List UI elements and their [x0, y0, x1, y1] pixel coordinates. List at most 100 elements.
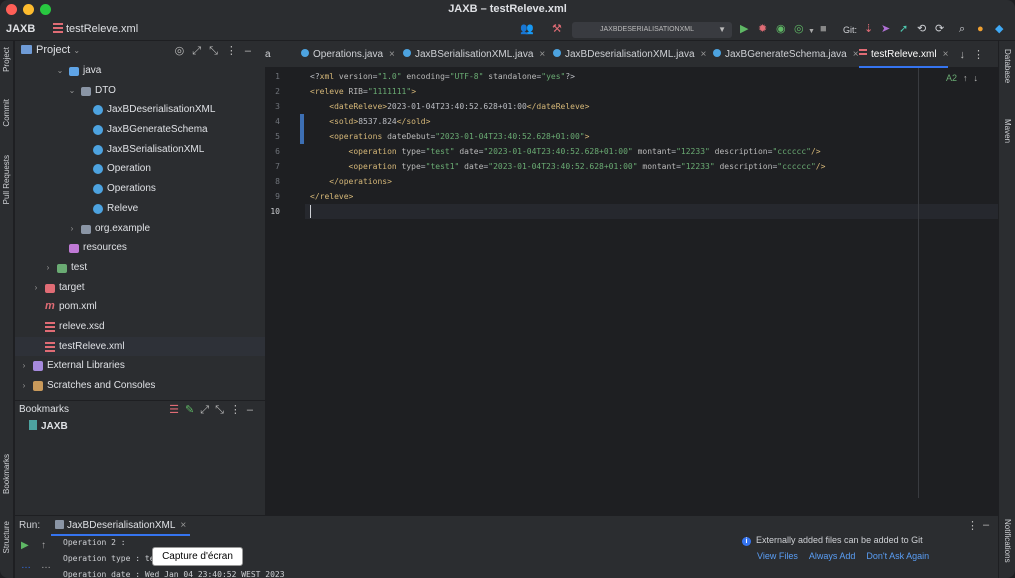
tree-item[interactable]: JaxBSerialisationXML: [15, 140, 265, 160]
tree-item[interactable]: › External Libraries: [15, 356, 265, 376]
run-configuration-select[interactable]: JAXBDESERIALISATIONXML ▼: [572, 22, 732, 38]
tree-item[interactable]: ⌄ DTO: [15, 81, 265, 101]
run-tab[interactable]: JaxBDeserialisationXML ×: [51, 516, 191, 536]
current-file-breadcrumb[interactable]: testReleve.xml: [53, 23, 138, 35]
project-panel-header[interactable]: Project ⌄: [21, 44, 80, 56]
project-name[interactable]: JAXB: [6, 23, 35, 35]
code-line[interactable]: <operations dateDebut="2023-01-04T23:40:…: [310, 129, 589, 144]
structure-tool-button[interactable]: Structure: [2, 521, 11, 553]
code-line[interactable]: </operations>: [310, 174, 392, 189]
minimize-window-button[interactable]: [23, 4, 34, 15]
code-editor[interactable]: 1 2 3 4 5 6 7 8 9 10 <?xml version="1.0" encoding…: [265, 68, 998, 515]
editor-tab[interactable]: Operations.java ×: [301, 41, 395, 68]
chevron-right-icon[interactable]: ›: [31, 278, 41, 298]
tree-item[interactable]: JaxBGenerateSchema: [15, 120, 265, 140]
expand-icon[interactable]: ⤢: [192, 45, 209, 57]
tree-item[interactable]: › org.example: [15, 219, 265, 239]
editor-tab[interactable]: testReleve.xml ×: [859, 41, 949, 68]
target-icon[interactable]: ◎: [175, 45, 193, 57]
change-marker[interactable]: [300, 114, 304, 144]
profile-icon[interactable]: ◎: [794, 23, 804, 36]
tree-item[interactable]: › target: [15, 278, 265, 298]
maven-tool-button[interactable]: Maven: [1003, 119, 1012, 143]
database-tool-button[interactable]: Database: [1003, 49, 1012, 83]
tree-item[interactable]: testReleve.xml: [15, 336, 265, 357]
more-icon[interactable]: …: [41, 560, 51, 571]
tree-item[interactable]: JaxBDeserialisationXML: [15, 100, 265, 120]
dont-ask-again-link[interactable]: Don't Ask Again: [866, 551, 929, 561]
tree-item[interactable]: Releve: [15, 199, 265, 219]
tree-item[interactable]: › Scratches and Consoles: [15, 376, 265, 396]
commit-tool-button[interactable]: Commit: [2, 99, 11, 127]
notifications-tool-button[interactable]: Notifications: [1003, 519, 1012, 563]
editor-tab[interactable]: JaxBSerialisationXML.java ×: [403, 41, 545, 68]
more-icon[interactable]: …: [21, 560, 31, 571]
options-icon[interactable]: ⋮: [230, 404, 247, 416]
bookmarks-tool-button[interactable]: Bookmarks: [2, 454, 11, 494]
close-icon[interactable]: ×: [853, 49, 859, 60]
options-icon[interactable]: ⋮: [973, 49, 992, 61]
code-line[interactable]: <operation type="test" date="2023-01-04T…: [310, 144, 821, 159]
git-push-icon[interactable]: ➚: [899, 23, 908, 36]
hide-icon[interactable]: –: [247, 404, 259, 416]
hammer-icon[interactable]: ⚒: [552, 23, 562, 36]
hide-icon[interactable]: –: [983, 519, 989, 531]
ide-logo-icon[interactable]: ◆: [995, 23, 1003, 36]
chevron-down-icon[interactable]: ⌄: [67, 81, 77, 101]
collapse-icon[interactable]: ⤡: [209, 45, 226, 57]
tree-item[interactable]: m pom.xml: [15, 297, 265, 317]
close-icon[interactable]: ×: [180, 520, 186, 531]
git-commit-icon[interactable]: ➤: [881, 23, 890, 36]
code-area[interactable]: <?xml version="1.0" encoding="UTF-8" sta…: [310, 68, 1000, 515]
updates-icon[interactable]: ●: [977, 23, 984, 36]
edit-icon[interactable]: ✎: [185, 404, 200, 416]
chevron-right-icon[interactable]: ›: [19, 356, 29, 376]
arrow-up-icon[interactable]: ↑: [963, 73, 968, 83]
pull-requests-tool-button[interactable]: Pull Requests: [2, 155, 11, 204]
code-line[interactable]: <sold>8537.824</sold>: [310, 114, 430, 129]
code-line[interactable]: <operation type="test1" date="2023-01-04…: [310, 159, 826, 174]
hide-icon[interactable]: –: [245, 45, 259, 57]
code-line[interactable]: <dateReleve>2023-01-04T23:40:52.628+01:0…: [310, 99, 589, 114]
project-tool-button[interactable]: Project: [2, 47, 11, 72]
expand-icon[interactable]: ⤢: [200, 404, 215, 416]
close-icon[interactable]: ×: [943, 49, 949, 60]
tree-item[interactable]: Operations: [15, 179, 265, 199]
editor-tab[interactable]: JaxBDeserialisationXML.java ×: [553, 41, 706, 68]
tree-item[interactable]: releve.xsd: [15, 317, 265, 337]
options-icon[interactable]: ⋮: [967, 519, 978, 532]
more-run-chevron-icon[interactable]: ▼: [808, 25, 815, 38]
close-icon[interactable]: ×: [539, 49, 545, 60]
search-icon[interactable]: ⌕: [959, 23, 965, 36]
run-icon[interactable]: ▶: [740, 23, 748, 36]
tree-item[interactable]: Operation: [15, 159, 265, 179]
chevron-right-icon[interactable]: ›: [43, 258, 53, 278]
editor-tab[interactable]: a: [265, 41, 271, 68]
collapse-icon[interactable]: ⤡: [215, 404, 230, 416]
stop-icon[interactable]: ■: [820, 23, 827, 36]
always-add-link[interactable]: Always Add: [809, 551, 856, 561]
close-icon[interactable]: ×: [389, 49, 395, 60]
tree-item[interactable]: › test: [15, 258, 265, 278]
code-line[interactable]: <releve RIB="1111111">: [310, 84, 416, 99]
add-user-icon[interactable]: 👥: [520, 23, 534, 36]
editor-tab[interactable]: JaxBGenerateSchema.java ×: [713, 41, 859, 68]
list-icon[interactable]: ☰: [169, 404, 185, 416]
close-window-button[interactable]: [6, 4, 17, 15]
tree-item[interactable]: ⌄ java: [15, 61, 265, 81]
rollback-icon[interactable]: ⟳: [935, 23, 944, 36]
inspection-widget[interactable]: A2 ↑ ↓: [946, 73, 978, 83]
arrow-down-icon[interactable]: ↓: [960, 49, 974, 61]
code-line[interactable]: </releve>: [310, 189, 353, 204]
tree-item[interactable]: resources: [15, 238, 265, 258]
debug-icon[interactable]: ✹: [758, 23, 767, 36]
chevron-right-icon[interactable]: ›: [19, 376, 29, 396]
code-line[interactable]: <?xml version="1.0" encoding="UTF-8" sta…: [310, 69, 575, 84]
close-icon[interactable]: ×: [701, 49, 707, 60]
rerun-icon[interactable]: ▶: [21, 540, 29, 551]
git-update-icon[interactable]: ⇣: [864, 23, 873, 36]
bookmark-item[interactable]: JAXB: [29, 420, 68, 432]
options-icon[interactable]: ⋮: [226, 45, 245, 57]
maximize-window-button[interactable]: [40, 4, 51, 15]
chevron-right-icon[interactable]: ›: [67, 219, 77, 239]
